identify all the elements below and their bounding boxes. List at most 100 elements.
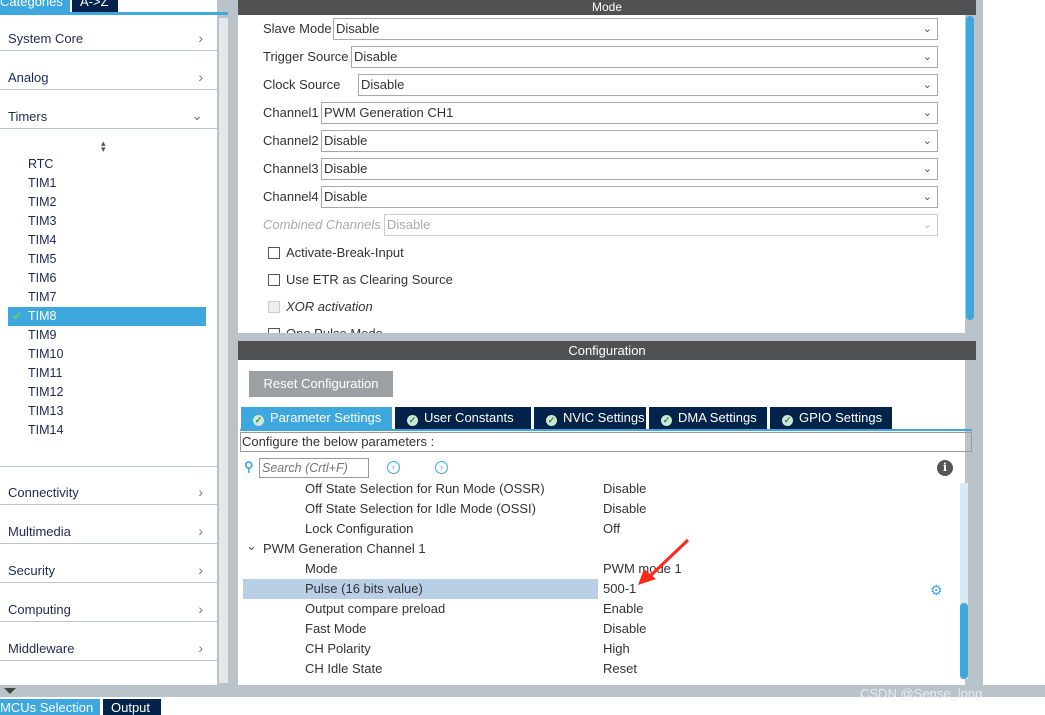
gear-icon[interactable]: ⚙ <box>930 582 943 599</box>
category-label: Timers <box>8 109 48 124</box>
check-circle-icon: ✓ <box>253 415 264 426</box>
mode-title: Mode <box>591 0 623 14</box>
sort-icon[interactable]: ▴ ▾ <box>101 139 106 154</box>
timer-item-tim11[interactable]: TIM11 <box>8 364 206 383</box>
chevron-down-icon: ⌄ <box>922 135 932 147</box>
chevron-right-icon: › <box>198 484 203 500</box>
chevron-down-icon: ⌄ <box>246 538 257 553</box>
category-middleware[interactable]: Middleware › <box>0 622 217 661</box>
select-value: Disable <box>361 77 405 92</box>
chevron-right-icon: › <box>198 562 203 578</box>
timer-item-rtc[interactable]: RTC <box>8 155 206 174</box>
category-connectivity[interactable]: Connectivity › <box>0 466 217 505</box>
tab-categories[interactable]: Categories <box>0 0 70 12</box>
select-clock-source[interactable]: Disable ⌄ <box>358 74 938 96</box>
category-multimedia[interactable]: Multimedia › <box>0 505 217 544</box>
param-name: Mode <box>305 561 338 576</box>
param-group-pwm-channel-1[interactable]: ⌄ PWM Generation Channel 1 <box>243 538 955 559</box>
configuration-header: Configuration <box>238 341 976 360</box>
tab-label: Parameter Settings <box>270 410 382 425</box>
tab-user-constants[interactable]: ✓ User Constants <box>395 407 531 429</box>
mode-scrollbar-thumb[interactable] <box>966 16 974 320</box>
next-icon[interactable]: › <box>435 461 448 474</box>
param-value: Disable <box>603 501 647 516</box>
category-timers[interactable]: Timers ⌄ <box>0 90 217 129</box>
timer-item-tim12[interactable]: TIM12 <box>8 383 206 402</box>
previous-icon[interactable]: ‹ <box>387 461 400 474</box>
tab-dma-settings[interactable]: ✓ DMA Settings <box>649 407 767 429</box>
chevron-down-icon: ⌄ <box>922 23 932 35</box>
tab-label: DMA Settings <box>678 410 757 425</box>
param-row[interactable]: CH Polarity High <box>243 639 955 659</box>
timer-item-tim2[interactable]: TIM2 <box>8 193 206 212</box>
timer-item-tim14[interactable]: TIM14 <box>8 421 206 440</box>
category-analog[interactable]: Analog › <box>0 51 217 90</box>
timer-item-tim9[interactable]: TIM9 <box>8 326 206 345</box>
tab-parameter-settings[interactable]: ✓ Parameter Settings <box>241 407 392 429</box>
timer-item-tim6[interactable]: TIM6 <box>8 269 206 288</box>
collapse-triangle-icon[interactable] <box>4 688 16 694</box>
tab-label: User Constants <box>424 410 514 425</box>
timer-label: TIM6 <box>28 271 57 285</box>
param-row[interactable]: Output compare preload Enable <box>243 599 955 619</box>
param-name: CH Polarity <box>305 641 371 656</box>
check-circle-icon: ✓ <box>546 415 557 426</box>
param-row[interactable]: Off State Selection for Idle Mode (OSSI)… <box>243 499 955 519</box>
param-value: Disable <box>603 481 647 496</box>
param-scrollbar-thumb[interactable] <box>960 603 968 679</box>
select-trigger-source[interactable]: Disable ⌄ <box>351 46 938 68</box>
timer-label: TIM10 <box>28 347 64 361</box>
left-scrollbar[interactable] <box>219 18 228 683</box>
param-row[interactable]: Lock Configuration Off <box>243 519 955 539</box>
checkbox-box[interactable] <box>268 274 280 286</box>
param-value: Reset <box>603 661 637 676</box>
category-computing[interactable]: Computing › <box>0 583 217 622</box>
select-channel3[interactable]: Disable ⌄ <box>321 158 938 180</box>
timer-item-tim1[interactable]: TIM1 <box>8 174 206 193</box>
param-row[interactable]: CH Idle State Reset <box>243 659 955 679</box>
category-system-core[interactable]: System Core › <box>0 12 217 51</box>
param-name: Pulse (16 bits value) <box>305 581 423 596</box>
param-name: Fast Mode <box>305 621 367 636</box>
timer-item-tim3[interactable]: TIM3 <box>8 212 206 231</box>
chevron-down-icon: ⌄ <box>922 163 932 175</box>
tab-gpio-settings[interactable]: ✓ GPIO Settings <box>770 407 892 429</box>
tab-nvic-settings[interactable]: ✓ NVIC Settings <box>534 407 646 429</box>
select-channel4[interactable]: Disable ⌄ <box>321 186 938 208</box>
select-channel1[interactable]: PWM Generation CH1 ⌄ <box>321 102 938 124</box>
timer-label: TIM13 <box>28 404 64 418</box>
param-name: Off State Selection for Run Mode (OSSR) <box>305 481 545 496</box>
chevron-down-icon: ⌄ <box>922 219 932 231</box>
checkbox-use-etr-as-clearing-source[interactable]: Use ETR as Clearing Source <box>268 272 453 287</box>
timer-item-tim10[interactable]: TIM10 <box>8 345 206 364</box>
timer-label: TIM14 <box>28 423 64 437</box>
chevron-right-icon: › <box>198 523 203 539</box>
red-arrow-annotation <box>638 538 690 585</box>
select-slave-mode[interactable]: Disable ⌄ <box>333 18 938 40</box>
field-label: Channel4 <box>263 189 319 204</box>
select-value: Disable <box>336 21 380 36</box>
category-security[interactable]: Security › <box>0 544 217 583</box>
timer-item-tim8[interactable]: ✔ TIM8 <box>8 307 206 326</box>
param-value: Disable <box>603 621 647 636</box>
timer-label: TIM2 <box>28 195 57 209</box>
param-row[interactable]: Pulse (16 bits value) 500-1 <box>243 579 955 599</box>
timer-item-tim7[interactable]: TIM7 <box>8 288 206 307</box>
checkbox-box[interactable] <box>268 247 280 259</box>
timer-item-tim5[interactable]: TIM5 <box>8 250 206 269</box>
chevron-down-icon: ⌄ <box>191 107 203 123</box>
checkbox-activate-break-input[interactable]: Activate-Break-Input <box>268 245 404 260</box>
param-row[interactable]: Mode PWM mode 1 <box>243 559 955 579</box>
tab-label: NVIC Settings <box>563 410 645 425</box>
timer-item-tim13[interactable]: TIM13 <box>8 402 206 421</box>
select-channel2[interactable]: Disable ⌄ <box>321 130 938 152</box>
timer-item-tim4[interactable]: TIM4 <box>8 231 206 250</box>
info-icon[interactable]: i <box>937 460 953 476</box>
param-row[interactable]: Fast Mode Disable <box>243 619 955 639</box>
tab-a-z[interactable]: A->Z <box>72 0 118 12</box>
reset-configuration-button[interactable]: Reset Configuration <box>249 371 393 397</box>
check-circle-icon: ✓ <box>782 415 793 426</box>
timer-label: TIM4 <box>28 233 57 247</box>
param-row[interactable]: Off State Selection for Run Mode (OSSR) D… <box>243 479 955 499</box>
search-input[interactable] <box>259 458 369 478</box>
